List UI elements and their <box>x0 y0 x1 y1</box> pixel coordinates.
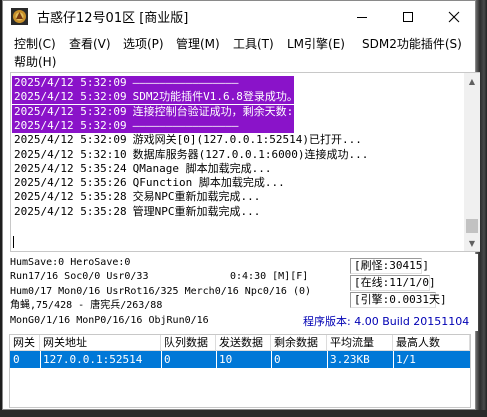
column-header-sent[interactable]: 发送数据 <box>216 335 271 351</box>
log-message: ———————————————— <box>132 118 239 132</box>
status-object-counts: Hum0/17 Mon0/16 UsrRot16/325 Merch0/16 N… <box>10 286 312 297</box>
menu-control[interactable]: 控制(C) <box>11 34 59 53</box>
column-header-avg-traffic[interactable]: 平均流量 <box>327 335 393 351</box>
log-message: SDM2功能插件V1.6.8登录成功。 <box>132 90 298 104</box>
close-icon <box>448 11 460 22</box>
cell-gateway: 0 <box>13 353 20 366</box>
log-line-selected: 2025/4/12 5:32:09 ———————————————— <box>12 118 294 133</box>
cell-sent: 10 <box>219 353 233 366</box>
menu-manage[interactable]: 管理(M) <box>173 34 223 53</box>
scroll-up-arrow-icon[interactable]: ▲ <box>464 73 480 89</box>
log-timestamp: 2025/4/12 5:35:24 <box>14 161 127 175</box>
status-last-player: 角蝇,75/428 - 唐宪兵/263/88 <box>10 300 163 311</box>
cell-remaining: 0 <box>274 353 281 366</box>
scroll-down-arrow-icon[interactable]: ▼ <box>464 235 480 251</box>
log-line: 2025/4/12 5:32:09 游戏网关[0](127.0.0.1:52514… <box>12 133 362 147</box>
column-header-max-users[interactable]: 最高人数 <box>393 335 470 351</box>
minimize-button[interactable] <box>339 1 385 32</box>
menu-view[interactable]: 查看(V) <box>66 34 114 53</box>
column-header-gateway[interactable]: 网关 <box>10 335 40 351</box>
log-timestamp: 2025/4/12 5:35:28 <box>14 190 127 204</box>
status-uptime: 0:4:30 [M][F] <box>230 271 309 282</box>
log-timestamp: 2025/4/12 5:32:09 <box>14 104 127 118</box>
log-message: QManage 脚本加载完成... <box>132 161 272 175</box>
log-line: 2025/4/12 5:32:10 数据库服务器(127.0.0.1:6000)连… <box>12 148 368 162</box>
menu-bar: 控制(C) 查看(V) 选项(P) 管理(M) 工具(T) LM引擎(E) SD… <box>3 32 475 70</box>
log-line-selected: 2025/4/12 5:32:09 SDM2功能插件V1.6.8登录成功。 <box>12 90 298 105</box>
minimize-icon <box>357 16 367 18</box>
log-message: ———————————————— <box>132 76 239 89</box>
log-line: 2025/4/12 5:35:24 QManage 脚本加载完成... <box>12 162 271 176</box>
log-timestamp: 2025/4/12 5:32:09 <box>14 133 127 147</box>
log-line-selected: 2025/4/12 5:32:09 连接控制台验证成功，剩余天数:90天 <box>12 104 317 119</box>
log-timestamp: 2025/4/12 5:35:26 <box>14 176 127 190</box>
menu-tools[interactable]: 工具(T) <box>230 34 277 53</box>
log-timestamp: 2025/4/12 5:32:09 <box>14 76 127 89</box>
status-run-counts: Run17/16 Soc0/0 Usr0/33 <box>10 271 149 282</box>
status-panel: HumSave:0 HeroSave:0 Run17/16 Soc0/0 Usr… <box>8 254 478 331</box>
log-line: 2025/4/12 5:35:28 管理NPC重新加载完成... <box>12 205 260 219</box>
status-save-counts: HumSave:0 HeroSave:0 <box>10 257 131 268</box>
status-monster-counts: MonG0/1/16 MonP0/16/16 ObjRun0/16 <box>10 315 209 326</box>
scrollbar-thumb[interactable] <box>466 219 478 233</box>
close-button[interactable] <box>431 1 477 32</box>
log-panel[interactable]: 2025/4/12 5:32:09 ———————————————— 2025/4/… <box>10 72 480 252</box>
column-header-address[interactable]: 网关地址 <box>40 335 161 351</box>
screen-edge-bottom <box>0 410 487 417</box>
menu-sdm2-plugin[interactable]: SDM2功能插件(S) <box>359 34 465 53</box>
cell-avg-traffic: 3.23KB <box>330 353 370 366</box>
main-window: 古惑仔12号01区 [商业版] 控制(C) 查看(V) 选项(P) 管理(M) … <box>2 0 480 410</box>
log-scrollbar[interactable]: ▲ ▼ <box>464 73 480 251</box>
refresh-monster-box: [刷怪:30415] <box>350 258 429 274</box>
menu-lm-engine[interactable]: LM引擎(E) <box>284 34 348 53</box>
log-message: 游戏网关[0](127.0.0.1:52514)已打开... <box>132 133 362 147</box>
log-line: 2025/4/12 5:35:26 QFunction 脚本加载完成... <box>12 176 285 190</box>
window-title: 古惑仔12号01区 [商业版] <box>37 11 189 26</box>
menu-options[interactable]: 选项(P) <box>120 34 167 53</box>
online-count-box: [在线:11/1/0] <box>350 275 436 291</box>
cell-address: 127.0.0.1:52514 <box>43 353 143 366</box>
log-timestamp: 2025/4/12 5:35:28 <box>14 204 127 218</box>
log-line: 2025/4/12 5:35:28 交易NPC重新加载完成... <box>12 190 260 204</box>
cell-queue: 0 <box>164 353 171 366</box>
log-timestamp: 2025/4/12 5:32:09 <box>14 118 127 132</box>
engine-days-box: [引擎:0.0031天] <box>350 292 447 308</box>
column-header-queue[interactable]: 队列数据 <box>161 335 216 351</box>
app-icon <box>11 8 28 25</box>
program-version: 程序版本: 4.00 Build 20151104 <box>303 315 470 328</box>
log-timestamp: 2025/4/12 5:32:10 <box>14 147 127 161</box>
log-message: QFunction 脚本加载完成... <box>132 176 285 190</box>
maximize-button[interactable] <box>385 1 431 32</box>
text-caret <box>13 236 14 248</box>
log-message: 交易NPC重新加载完成... <box>132 190 261 204</box>
menu-help[interactable]: 帮助(H) <box>11 52 59 71</box>
maximize-icon <box>403 11 413 22</box>
cell-max-users: 1/1 <box>396 353 416 366</box>
log-message: 连接控制台验证成功，剩余天数:90天 <box>132 104 318 118</box>
log-message: 管理NPC重新加载完成... <box>132 204 261 218</box>
title-bar[interactable]: 古惑仔12号01区 [商业版] <box>3 1 475 32</box>
column-header-remaining[interactable]: 剩余数据 <box>271 335 327 351</box>
log-message: 数据库服务器(127.0.0.1:6000)连接成功... <box>132 147 369 161</box>
log-timestamp: 2025/4/12 5:32:09 <box>14 90 127 104</box>
gateway-table[interactable]: 网关 网关地址 队列数据 发送数据 剩余数据 平均流量 最高人数 0 127.0… <box>9 334 471 408</box>
log-line-selected: 2025/4/12 5:32:09 ———————————————— <box>12 76 294 90</box>
